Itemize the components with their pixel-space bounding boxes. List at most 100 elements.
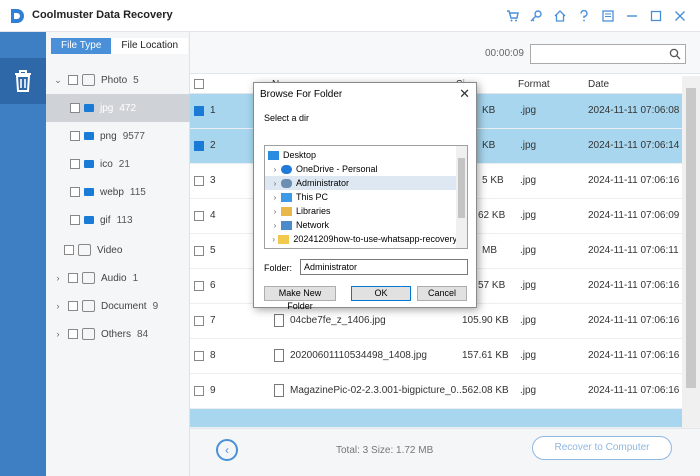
- tree-item-document[interactable]: › Document 9: [46, 292, 190, 320]
- chevron-right-icon[interactable]: ›: [269, 235, 278, 244]
- folder-item-desktop[interactable]: Desktop: [265, 148, 457, 162]
- back-button[interactable]: ‹: [216, 439, 238, 461]
- chevron-right-icon[interactable]: ›: [269, 165, 281, 174]
- key-icon[interactable]: [524, 6, 548, 26]
- checkbox[interactable]: [70, 215, 80, 225]
- chevron-right-icon[interactable]: ›: [52, 329, 64, 339]
- folder-item-onedrive[interactable]: › OneDrive - Personal: [265, 162, 457, 176]
- row-checkbox[interactable]: [194, 386, 204, 396]
- search-input[interactable]: [530, 44, 686, 64]
- tree-item-others[interactable]: › Others 84: [46, 320, 190, 348]
- tree-item-jpg[interactable]: jpg 472: [46, 94, 190, 122]
- folder-tree[interactable]: Desktop › OneDrive - Personal › Administ…: [264, 145, 468, 249]
- browse-folder-dialog: Browse For Folder ✕ Select a dir Desktop…: [253, 82, 477, 311]
- file-icon: [274, 384, 284, 397]
- folder-icon: [278, 234, 290, 244]
- folder-icon: [84, 188, 94, 196]
- header-format[interactable]: Format: [518, 79, 550, 90]
- file-icon: [274, 314, 284, 327]
- tree-item-webp[interactable]: webp 115: [46, 178, 190, 206]
- close-icon[interactable]: ✕: [459, 86, 470, 102]
- tree-item-ico[interactable]: ico 21: [46, 150, 190, 178]
- folder-item-whatsapp-recovery[interactable]: › 20241209how-to-use-whatsapp-recovery: [265, 232, 457, 246]
- table-row[interactable]: 8 20200601110534498_1408.jpg 157.61 KB .…: [190, 339, 682, 374]
- folder-tree-scrollbar[interactable]: [456, 146, 467, 248]
- tree-item-gif[interactable]: gif 113: [46, 206, 190, 234]
- row-checkbox[interactable]: [194, 281, 204, 291]
- chevron-right-icon[interactable]: ›: [269, 207, 281, 216]
- tab-file-type[interactable]: File Type: [51, 38, 112, 54]
- home-icon[interactable]: [548, 6, 572, 26]
- music-icon: [82, 272, 95, 284]
- folder-icon: [84, 160, 94, 168]
- row-checkbox[interactable]: [194, 316, 204, 326]
- checkbox[interactable]: [70, 187, 80, 197]
- cancel-button[interactable]: Cancel: [417, 286, 467, 301]
- library-icon: [281, 206, 292, 216]
- left-rail: [0, 32, 46, 476]
- folder-item-libraries[interactable]: › Libraries: [265, 204, 457, 218]
- ok-button[interactable]: OK: [351, 286, 411, 301]
- chevron-right-icon[interactable]: ›: [269, 193, 281, 202]
- close-icon[interactable]: [668, 6, 692, 26]
- checkbox[interactable]: [68, 75, 78, 85]
- dialog-title: Browse For Folder: [260, 89, 343, 100]
- checkbox[interactable]: [68, 301, 78, 311]
- tree-item-png[interactable]: png 9577: [46, 122, 190, 150]
- trash-recover-icon: [15, 70, 31, 92]
- chevron-down-icon[interactable]: ⌄: [52, 75, 64, 86]
- scrollbar-thumb[interactable]: [458, 158, 465, 218]
- tree-item-photo[interactable]: ⌄ Photo 5: [46, 66, 190, 94]
- select-all-checkbox[interactable]: [194, 79, 204, 89]
- minimize-icon[interactable]: [620, 6, 644, 26]
- table-row[interactable]: 9 MagazinePic-02-2.3.001-bigpicture_0...…: [190, 374, 682, 409]
- scan-timer: 00:00:09: [485, 48, 524, 59]
- network-icon: [281, 220, 292, 230]
- make-new-folder-button[interactable]: Make New Folder: [264, 286, 336, 311]
- recover-button[interactable]: Recover to Computer: [532, 436, 672, 460]
- selection-totals: Total: 3 Size: 1.72 MB: [336, 445, 434, 456]
- chevron-right-icon[interactable]: ›: [52, 273, 64, 283]
- folder-icon: [84, 132, 94, 140]
- folder-input[interactable]: Administrator: [300, 259, 468, 275]
- checkbox[interactable]: [68, 273, 78, 283]
- checkbox[interactable]: [70, 159, 80, 169]
- checkbox[interactable]: [70, 131, 80, 141]
- folder-label: Folder:: [264, 263, 293, 273]
- help-icon[interactable]: [572, 6, 596, 26]
- folder-item-administrator[interactable]: › Administrator: [265, 176, 457, 190]
- cart-icon[interactable]: [500, 6, 524, 26]
- footer-bar: ‹ Total: 3 Size: 1.72 MB Recover to Comp…: [190, 428, 700, 476]
- row-checkbox[interactable]: [194, 211, 204, 221]
- checkbox[interactable]: [70, 103, 80, 113]
- scrollbar-thumb[interactable]: [686, 88, 696, 388]
- tree-item-audio[interactable]: › Audio 1: [46, 264, 190, 292]
- desktop-icon: [268, 150, 279, 160]
- checkbox[interactable]: [64, 245, 74, 255]
- header-date[interactable]: Date: [588, 79, 609, 90]
- chevron-right-icon[interactable]: ›: [52, 301, 64, 311]
- tab-file-location[interactable]: File Location: [111, 38, 189, 54]
- row-checkbox[interactable]: [194, 141, 204, 151]
- image-icon: [82, 74, 95, 86]
- table-row[interactable]: 7 04cbe7fe_z_1406.jpg 105.90 KB .jpg 202…: [190, 304, 682, 339]
- search-icon[interactable]: [669, 48, 681, 60]
- row-checkbox[interactable]: [194, 351, 204, 361]
- dialog-subtitle: Select a dir: [264, 113, 310, 123]
- row-checkbox[interactable]: [194, 176, 204, 186]
- table-row[interactable]: [190, 409, 682, 428]
- folder-item-network[interactable]: › Network: [265, 218, 457, 232]
- maximize-icon[interactable]: [644, 6, 668, 26]
- recovery-mode-button[interactable]: [0, 58, 46, 104]
- feedback-icon[interactable]: [596, 6, 620, 26]
- folder-icon: [84, 104, 94, 112]
- user-icon: [281, 178, 292, 188]
- checkbox[interactable]: [68, 329, 78, 339]
- folder-item-this-pc[interactable]: › This PC: [265, 190, 457, 204]
- chevron-right-icon[interactable]: ›: [269, 179, 281, 188]
- row-checkbox[interactable]: [194, 246, 204, 256]
- tree-item-video[interactable]: Video: [46, 236, 190, 264]
- chevron-right-icon[interactable]: ›: [269, 221, 281, 230]
- table-scrollbar[interactable]: [682, 76, 700, 428]
- row-checkbox[interactable]: [194, 106, 204, 116]
